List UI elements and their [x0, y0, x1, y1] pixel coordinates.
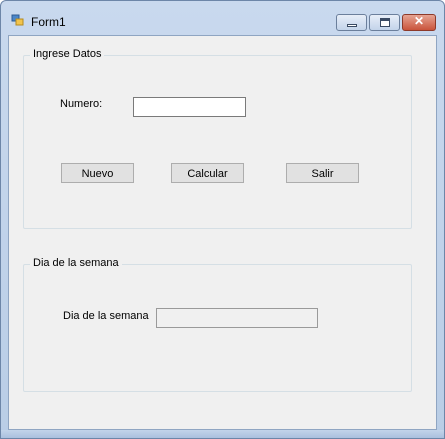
numero-label: Numero: — [60, 98, 103, 110]
group-ingrese-datos-title: Ingrese Datos — [30, 48, 105, 60]
title-bar[interactable]: Form1 ✕ — [1, 1, 444, 35]
numero-input[interactable] — [133, 97, 246, 117]
close-button[interactable]: ✕ — [402, 14, 436, 31]
minimize-icon — [347, 24, 357, 27]
app-icon — [11, 14, 24, 26]
dia-label: Dia de la semana — [63, 310, 149, 322]
maximize-icon — [380, 18, 390, 27]
close-icon: ✕ — [413, 14, 425, 28]
group-dia-de-la-semana-title: Dia de la semana — [30, 257, 122, 269]
maximize-button[interactable] — [369, 14, 400, 31]
dia-output-field[interactable] — [156, 308, 318, 328]
form1-window: Form1 ✕ Ingrese Datos Numero: Nuevo Calc… — [0, 0, 445, 439]
calcular-button[interactable]: Calcular — [171, 163, 244, 183]
window-title: Form1 — [31, 15, 66, 29]
salir-button[interactable]: Salir — [286, 163, 359, 183]
group-dia-de-la-semana: Dia de la semana — [23, 257, 412, 392]
minimize-button[interactable] — [336, 14, 367, 31]
window-bottom-border — [1, 430, 444, 438]
nuevo-button[interactable]: Nuevo — [61, 163, 134, 183]
group-ingrese-datos: Ingrese Datos — [23, 48, 412, 229]
form-client-area: Ingrese Datos Numero: Nuevo Calcular Sal… — [8, 35, 437, 430]
